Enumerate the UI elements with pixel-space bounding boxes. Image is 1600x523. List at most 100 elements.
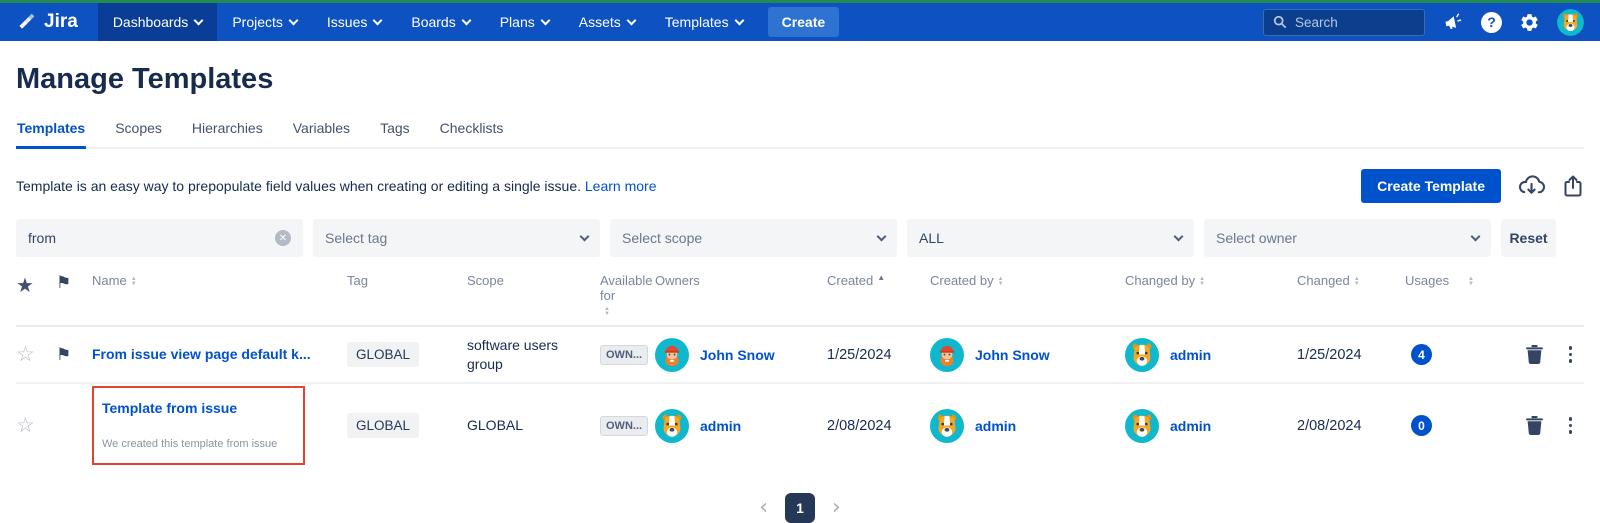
column-header-available-for[interactable]: Available for▲▼ bbox=[600, 273, 655, 317]
changed-date: 2/08/2024 bbox=[1297, 418, 1405, 434]
name-filter-input[interactable] bbox=[28, 230, 258, 246]
filter-bar: ✕ Select tag Select scope ALL Select own… bbox=[16, 219, 1584, 257]
jira-logo[interactable]: Jira bbox=[0, 3, 98, 41]
sort-icon: ▲▼ bbox=[1354, 277, 1360, 287]
highlight-red-box: Template from issue We created this temp… bbox=[92, 386, 305, 465]
create-button[interactable]: Create bbox=[768, 7, 840, 37]
owner-filter-select[interactable]: Select owner bbox=[1204, 219, 1491, 257]
create-template-button[interactable]: Create Template bbox=[1361, 169, 1501, 203]
sort-ascending-icon: ▲ bbox=[877, 273, 885, 283]
favorite-star-icon[interactable]: ☆ bbox=[16, 413, 56, 438]
column-header-scope[interactable]: Scope bbox=[467, 273, 600, 288]
tag-filter-select[interactable]: Select tag bbox=[313, 219, 600, 257]
created-by-link[interactable]: John Snow bbox=[975, 347, 1050, 363]
changed-by-cell: admin bbox=[1125, 338, 1297, 372]
avatar-bearded-man-icon bbox=[930, 338, 964, 372]
export-icon[interactable] bbox=[1562, 174, 1584, 198]
import-cloud-icon[interactable] bbox=[1518, 174, 1545, 198]
table-row: ☆ ⚑ From issue view page default k... GL… bbox=[16, 327, 1584, 384]
available-filter-select[interactable]: ALL bbox=[907, 219, 1194, 257]
navbar-right: Search ? bbox=[1263, 3, 1600, 41]
name-filter-field: ✕ bbox=[16, 219, 303, 257]
pagination: ‹ 1 › bbox=[16, 493, 1584, 523]
sort-icon: ▲▼ bbox=[131, 277, 137, 287]
chevron-down-icon bbox=[580, 231, 590, 241]
sort-icon: ▲▼ bbox=[1468, 277, 1474, 287]
nav-item-dashboards[interactable]: Dashboards bbox=[98, 3, 218, 41]
nav-item-plans[interactable]: Plans bbox=[485, 3, 564, 41]
avatar-dog-icon bbox=[655, 409, 689, 443]
available-filter-value: ALL bbox=[919, 230, 944, 246]
owner-link[interactable]: admin bbox=[700, 418, 741, 434]
tab-tags[interactable]: Tags bbox=[379, 112, 411, 147]
user-avatar[interactable] bbox=[1557, 9, 1584, 36]
column-header-tag[interactable]: Tag bbox=[347, 273, 467, 288]
column-header-created[interactable]: Created▲ bbox=[827, 273, 930, 288]
sort-icon: ▲▼ bbox=[604, 307, 610, 317]
more-options-kebab-icon[interactable] bbox=[1567, 415, 1575, 436]
reset-filters-button[interactable]: Reset bbox=[1501, 219, 1556, 257]
nav-item-label: Assets bbox=[579, 14, 621, 30]
changed-by-link[interactable]: admin bbox=[1170, 418, 1211, 434]
created-by-cell: John Snow bbox=[930, 338, 1125, 372]
changed-by-link[interactable]: admin bbox=[1170, 347, 1211, 363]
tab-hierarchies[interactable]: Hierarchies bbox=[191, 112, 264, 147]
chevron-down-icon bbox=[626, 15, 636, 25]
page-title: Manage Templates bbox=[16, 63, 1584, 96]
help-icon[interactable]: ? bbox=[1481, 12, 1502, 33]
megaphone-icon[interactable] bbox=[1442, 11, 1464, 33]
owner-filter-placeholder: Select owner bbox=[1216, 230, 1297, 246]
tab-checklists[interactable]: Checklists bbox=[439, 112, 505, 147]
column-header-changed[interactable]: Changed▲▼ bbox=[1297, 273, 1405, 288]
tab-variables[interactable]: Variables bbox=[292, 112, 351, 147]
nav-item-assets[interactable]: Assets bbox=[564, 3, 650, 41]
column-header-changed-by[interactable]: Changed by▲▼ bbox=[1125, 273, 1297, 288]
tab-scopes[interactable]: Scopes bbox=[114, 112, 163, 147]
column-header-name[interactable]: Name▲▼ bbox=[92, 273, 347, 288]
created-by-link[interactable]: admin bbox=[975, 418, 1016, 434]
learn-more-link[interactable]: Learn more bbox=[585, 178, 657, 194]
global-search-input[interactable]: Search bbox=[1263, 9, 1425, 36]
clear-filter-icon[interactable]: ✕ bbox=[275, 230, 291, 246]
delete-trash-icon[interactable] bbox=[1526, 345, 1543, 364]
column-header-usages[interactable]: Usages▲▼ bbox=[1405, 273, 1480, 288]
jira-logo-icon bbox=[16, 12, 37, 33]
current-page-button[interactable]: 1 bbox=[785, 493, 815, 523]
owner-link[interactable]: John Snow bbox=[700, 347, 775, 363]
search-icon bbox=[1273, 15, 1287, 29]
usages-badge[interactable]: 4 bbox=[1411, 344, 1432, 365]
previous-page-icon[interactable]: ‹ bbox=[759, 497, 768, 519]
column-header-owners[interactable]: Owners bbox=[655, 273, 827, 288]
next-page-icon[interactable]: › bbox=[832, 497, 841, 519]
nav-item-templates[interactable]: Templates bbox=[650, 3, 758, 41]
nav-item-label: Issues bbox=[327, 14, 367, 30]
description-row: Template is an easy way to prepopulate f… bbox=[16, 169, 1584, 203]
favorite-star-icon[interactable]: ☆ bbox=[16, 342, 56, 367]
chevron-down-icon bbox=[1471, 231, 1481, 241]
nav-item-projects[interactable]: Projects bbox=[217, 3, 312, 41]
nav-item-boards[interactable]: Boards bbox=[396, 3, 484, 41]
usages-badge[interactable]: 0 bbox=[1411, 415, 1432, 436]
nav-item-label: Dashboards bbox=[113, 14, 189, 30]
more-options-kebab-icon[interactable] bbox=[1567, 344, 1575, 365]
tag-chip: GLOBAL bbox=[347, 413, 419, 438]
chevron-down-icon bbox=[734, 15, 744, 25]
chevron-down-icon bbox=[288, 15, 298, 25]
delete-trash-icon[interactable] bbox=[1526, 416, 1543, 435]
scope-filter-select[interactable]: Select scope bbox=[610, 219, 897, 257]
column-header-created-by[interactable]: Created by▲▼ bbox=[930, 273, 1125, 288]
gear-icon[interactable] bbox=[1519, 12, 1540, 33]
nav-item-label: Projects bbox=[232, 14, 283, 30]
tab-templates[interactable]: Templates bbox=[16, 112, 86, 149]
template-name-link[interactable]: Template from issue bbox=[102, 400, 237, 416]
star-column-icon[interactable]: ★ bbox=[16, 273, 56, 298]
nav-item-issues[interactable]: Issues bbox=[312, 3, 396, 41]
flagged-icon: ⚑ bbox=[56, 345, 92, 365]
changed-by-cell: admin bbox=[1125, 409, 1297, 443]
tag-filter-placeholder: Select tag bbox=[325, 230, 387, 246]
chevron-down-icon bbox=[194, 15, 204, 25]
created-date: 1/25/2024 bbox=[827, 347, 930, 363]
template-name-link[interactable]: From issue view page default k... bbox=[92, 346, 311, 362]
flag-column-icon[interactable]: ⚑ bbox=[56, 273, 92, 293]
nav-item-label: Templates bbox=[665, 14, 729, 30]
